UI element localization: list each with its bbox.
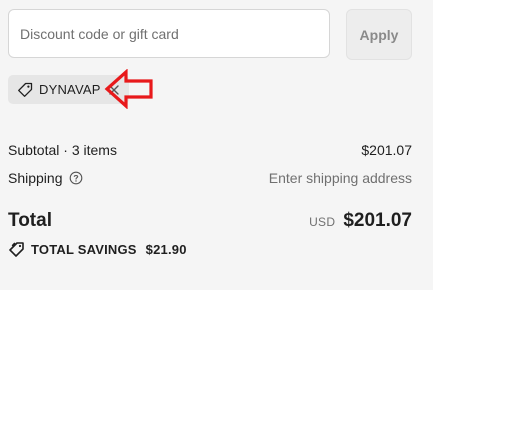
shipping-row: Shipping Enter shipping address xyxy=(8,170,412,186)
shipping-value: Enter shipping address xyxy=(268,170,412,186)
total-amount-group: USD $201.07 xyxy=(309,210,412,232)
total-savings-label: TOTAL SAVINGS xyxy=(31,242,137,257)
tags-icon xyxy=(8,241,25,258)
total-amount: $201.07 xyxy=(343,210,412,231)
shipping-label-group: Shipping xyxy=(8,170,83,186)
total-savings-value: $21.90 xyxy=(145,242,187,257)
apply-button[interactable]: Apply xyxy=(346,9,412,60)
total-savings: TOTAL SAVINGS $21.90 xyxy=(8,241,187,258)
currency-code: USD xyxy=(309,215,336,229)
shipping-label: Shipping xyxy=(8,170,63,186)
tag-icon xyxy=(17,82,33,98)
annotation-arrow xyxy=(104,69,153,109)
question-circle-icon[interactable] xyxy=(69,171,83,185)
total-label: Total xyxy=(8,210,52,231)
total-row: Total USD $201.07 xyxy=(8,210,412,232)
subtotal-label: Subtotal · 3 items xyxy=(8,142,117,158)
discount-code-input[interactable] xyxy=(8,9,330,58)
order-summary-panel: Apply DYNAVAP Subtotal · 3 items $201.07… xyxy=(0,0,433,290)
subtotal-value: $201.07 xyxy=(361,142,412,158)
subtotal-row: Subtotal · 3 items $201.07 xyxy=(8,142,412,158)
applied-discount-code: DYNAVAP xyxy=(39,82,101,97)
